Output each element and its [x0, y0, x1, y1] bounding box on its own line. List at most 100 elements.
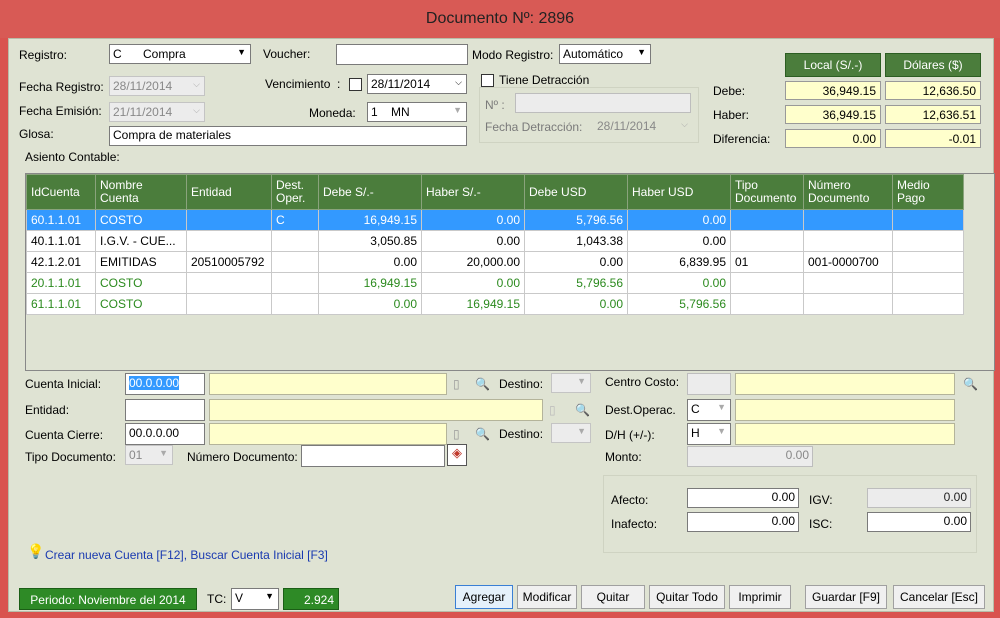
col-entidad[interactable]: Entidad	[186, 174, 272, 210]
col-haber-soles[interactable]: Haber S/.-	[421, 174, 525, 210]
fecha-registro-picker[interactable]: 28/11/2014 ⌵	[109, 76, 205, 96]
cell-debe-soles: 16,949.15	[318, 209, 422, 231]
col-haber-usd[interactable]: Haber USD	[627, 174, 731, 210]
cell-numero	[803, 272, 893, 294]
col-tipo-documento[interactable]: Tipo Documento	[730, 174, 804, 210]
table-row[interactable]: 61.1.1.01 COSTO 0.00 16,949.15 0.00 5,79…	[26, 293, 964, 315]
chevron-down-icon: ▼	[577, 376, 586, 386]
chevron-down-icon: ▼	[717, 402, 726, 412]
cell-dest	[271, 230, 319, 252]
cell-dest	[271, 293, 319, 315]
monto-input[interactable]: 0.00	[687, 446, 813, 467]
cell-medio	[892, 230, 964, 252]
dest-operac-select[interactable]: C ▼	[687, 399, 731, 421]
debe-local: 36,949.15	[785, 81, 881, 100]
agregar-button[interactable]: Agregar	[455, 585, 513, 609]
table-row[interactable]: 20.1.1.01 COSTO 16,949.15 0.00 5,796.56 …	[26, 272, 964, 294]
quitar-todo-button[interactable]: Quitar Todo	[649, 585, 725, 609]
cell-medio	[892, 209, 964, 231]
inafecto-input[interactable]: 0.00	[687, 512, 799, 532]
fecha-emision-picker[interactable]: 21/11/2014 ⌵	[109, 102, 205, 122]
vencimiento-checkbox[interactable]	[349, 78, 362, 91]
imprimir-button[interactable]: Imprimir	[729, 585, 791, 609]
glosa-input[interactable]: Compra de materiales	[109, 126, 467, 146]
asiento-table: IdCuenta Nombre Cuenta Entidad Dest. Ope…	[26, 174, 964, 315]
cuenta-cierre-input[interactable]: 00.0.0.00	[125, 423, 205, 445]
vencimiento-colon: :	[337, 77, 341, 91]
nro-detraccion-input[interactable]	[515, 93, 691, 113]
vencimiento-label: Vencimiento	[265, 77, 331, 91]
dh-select[interactable]: H ▼	[687, 423, 731, 445]
moneda-value: MN	[391, 105, 410, 119]
haber-usd: 12,636.51	[885, 105, 981, 124]
igv-label: IGV:	[809, 493, 833, 507]
tipo-documento-select[interactable]: 01 ▼	[125, 445, 173, 465]
cuenta-cierre-label: Cuenta Cierre:	[25, 428, 104, 442]
fecha-detraccion-value: 28/11/2014	[597, 119, 657, 133]
destino-cierre-select[interactable]: ▼	[551, 423, 591, 443]
afecto-input[interactable]: 0.00	[687, 488, 799, 508]
chevron-down-icon: ▼	[717, 426, 726, 436]
vencimiento-value: 28/11/2014	[371, 77, 431, 91]
document-icon[interactable]: ▯	[453, 427, 460, 441]
entidad-input[interactable]	[125, 399, 205, 421]
registro-value: Compra	[143, 47, 186, 61]
col-dest-oper[interactable]: Dest. Oper.	[271, 174, 319, 210]
document-icon[interactable]: ▯	[453, 377, 460, 391]
entidad-descripcion	[209, 399, 543, 421]
binoculars-icon[interactable]: 🔍	[963, 377, 978, 391]
destino-select[interactable]: ▼	[551, 373, 591, 393]
centro-costo-code[interactable]	[687, 373, 731, 395]
dh-descripcion	[735, 423, 955, 445]
col-numero-documento[interactable]: Número Documento	[803, 174, 893, 210]
diferencia-local: 0.00	[785, 129, 881, 148]
asiento-grid[interactable]: IdCuenta Nombre Cuenta Entidad Dest. Ope…	[25, 173, 995, 371]
fecha-detraccion-picker[interactable]: 28/11/2014 ⌵	[593, 116, 693, 136]
igv-input[interactable]: 0.00	[867, 488, 971, 508]
chevron-down-icon: ⌵	[193, 105, 200, 115]
numero-documento-input[interactable]	[301, 445, 445, 467]
tc-type-select[interactable]: V ▼	[231, 588, 279, 610]
col-debe-soles[interactable]: Debe S/.-	[318, 174, 422, 210]
lookup-document-icon[interactable]: ◈	[447, 444, 467, 466]
hint-text: Crear nueva Cuenta [F12], Buscar Cuenta …	[45, 548, 328, 562]
col-idcuenta[interactable]: IdCuenta	[26, 174, 96, 210]
col-nombre-cuenta[interactable]: Nombre Cuenta	[95, 174, 187, 210]
vencimiento-picker[interactable]: 28/11/2014 ⌵	[367, 74, 467, 94]
document-icon[interactable]: ▯	[549, 403, 556, 417]
guardar-button[interactable]: Guardar [F9]	[805, 585, 887, 609]
isc-input[interactable]: 0.00	[867, 512, 971, 532]
modo-registro-label: Modo Registro:	[472, 48, 554, 62]
cell-tipo	[730, 293, 804, 315]
binoculars-icon[interactable]: 🔍	[475, 427, 490, 441]
cell-debe-soles: 0.00	[318, 293, 422, 315]
modo-registro-select[interactable]: Automático ▼	[559, 44, 651, 64]
tiene-detraccion-label: Tiene Detracción	[499, 73, 590, 87]
nro-detraccion-label: Nº :	[485, 98, 505, 112]
table-row[interactable]: 60.1.1.01 COSTO C 16,949.15 0.00 5,796.5…	[26, 209, 964, 231]
chevron-down-icon: ▼	[159, 448, 168, 458]
centro-costo-label: Centro Costo:	[605, 375, 680, 389]
registro-select[interactable]: C Compra ▼	[109, 44, 251, 64]
tiene-detraccion-checkbox[interactable]	[481, 74, 494, 87]
quitar-button[interactable]: Quitar	[581, 585, 645, 609]
cuenta-inicial-input[interactable]: 00.0.0.00	[125, 373, 205, 395]
cell-debe-soles: 16,949.15	[318, 272, 422, 294]
cancelar-button[interactable]: Cancelar [Esc]	[893, 585, 985, 609]
modificar-button[interactable]: Modificar	[517, 585, 577, 609]
chevron-down-icon: ▼	[637, 47, 646, 57]
registro-label: Registro:	[19, 48, 68, 62]
cell-dest	[271, 272, 319, 294]
col-debe-usd[interactable]: Debe USD	[524, 174, 628, 210]
local-header: Local (S/.-)	[785, 53, 881, 77]
binoculars-icon[interactable]: 🔍	[475, 377, 490, 391]
cuenta-inicial-descripcion	[209, 373, 447, 395]
moneda-select[interactable]: 1 MN ▼	[367, 102, 467, 122]
voucher-input[interactable]	[336, 44, 468, 65]
title-bar: Documento Nº: 2896	[0, 0, 1000, 38]
col-medio-pago[interactable]: Medio Pago	[892, 174, 964, 210]
binoculars-icon[interactable]: 🔍	[575, 403, 590, 417]
cell-numero	[803, 209, 893, 231]
table-row[interactable]: 42.1.2.01 EMITIDAS 20510005792 0.00 20,0…	[26, 251, 964, 273]
table-row[interactable]: 40.1.1.01 I.G.V. - CUE... 3,050.85 0.00 …	[26, 230, 964, 252]
